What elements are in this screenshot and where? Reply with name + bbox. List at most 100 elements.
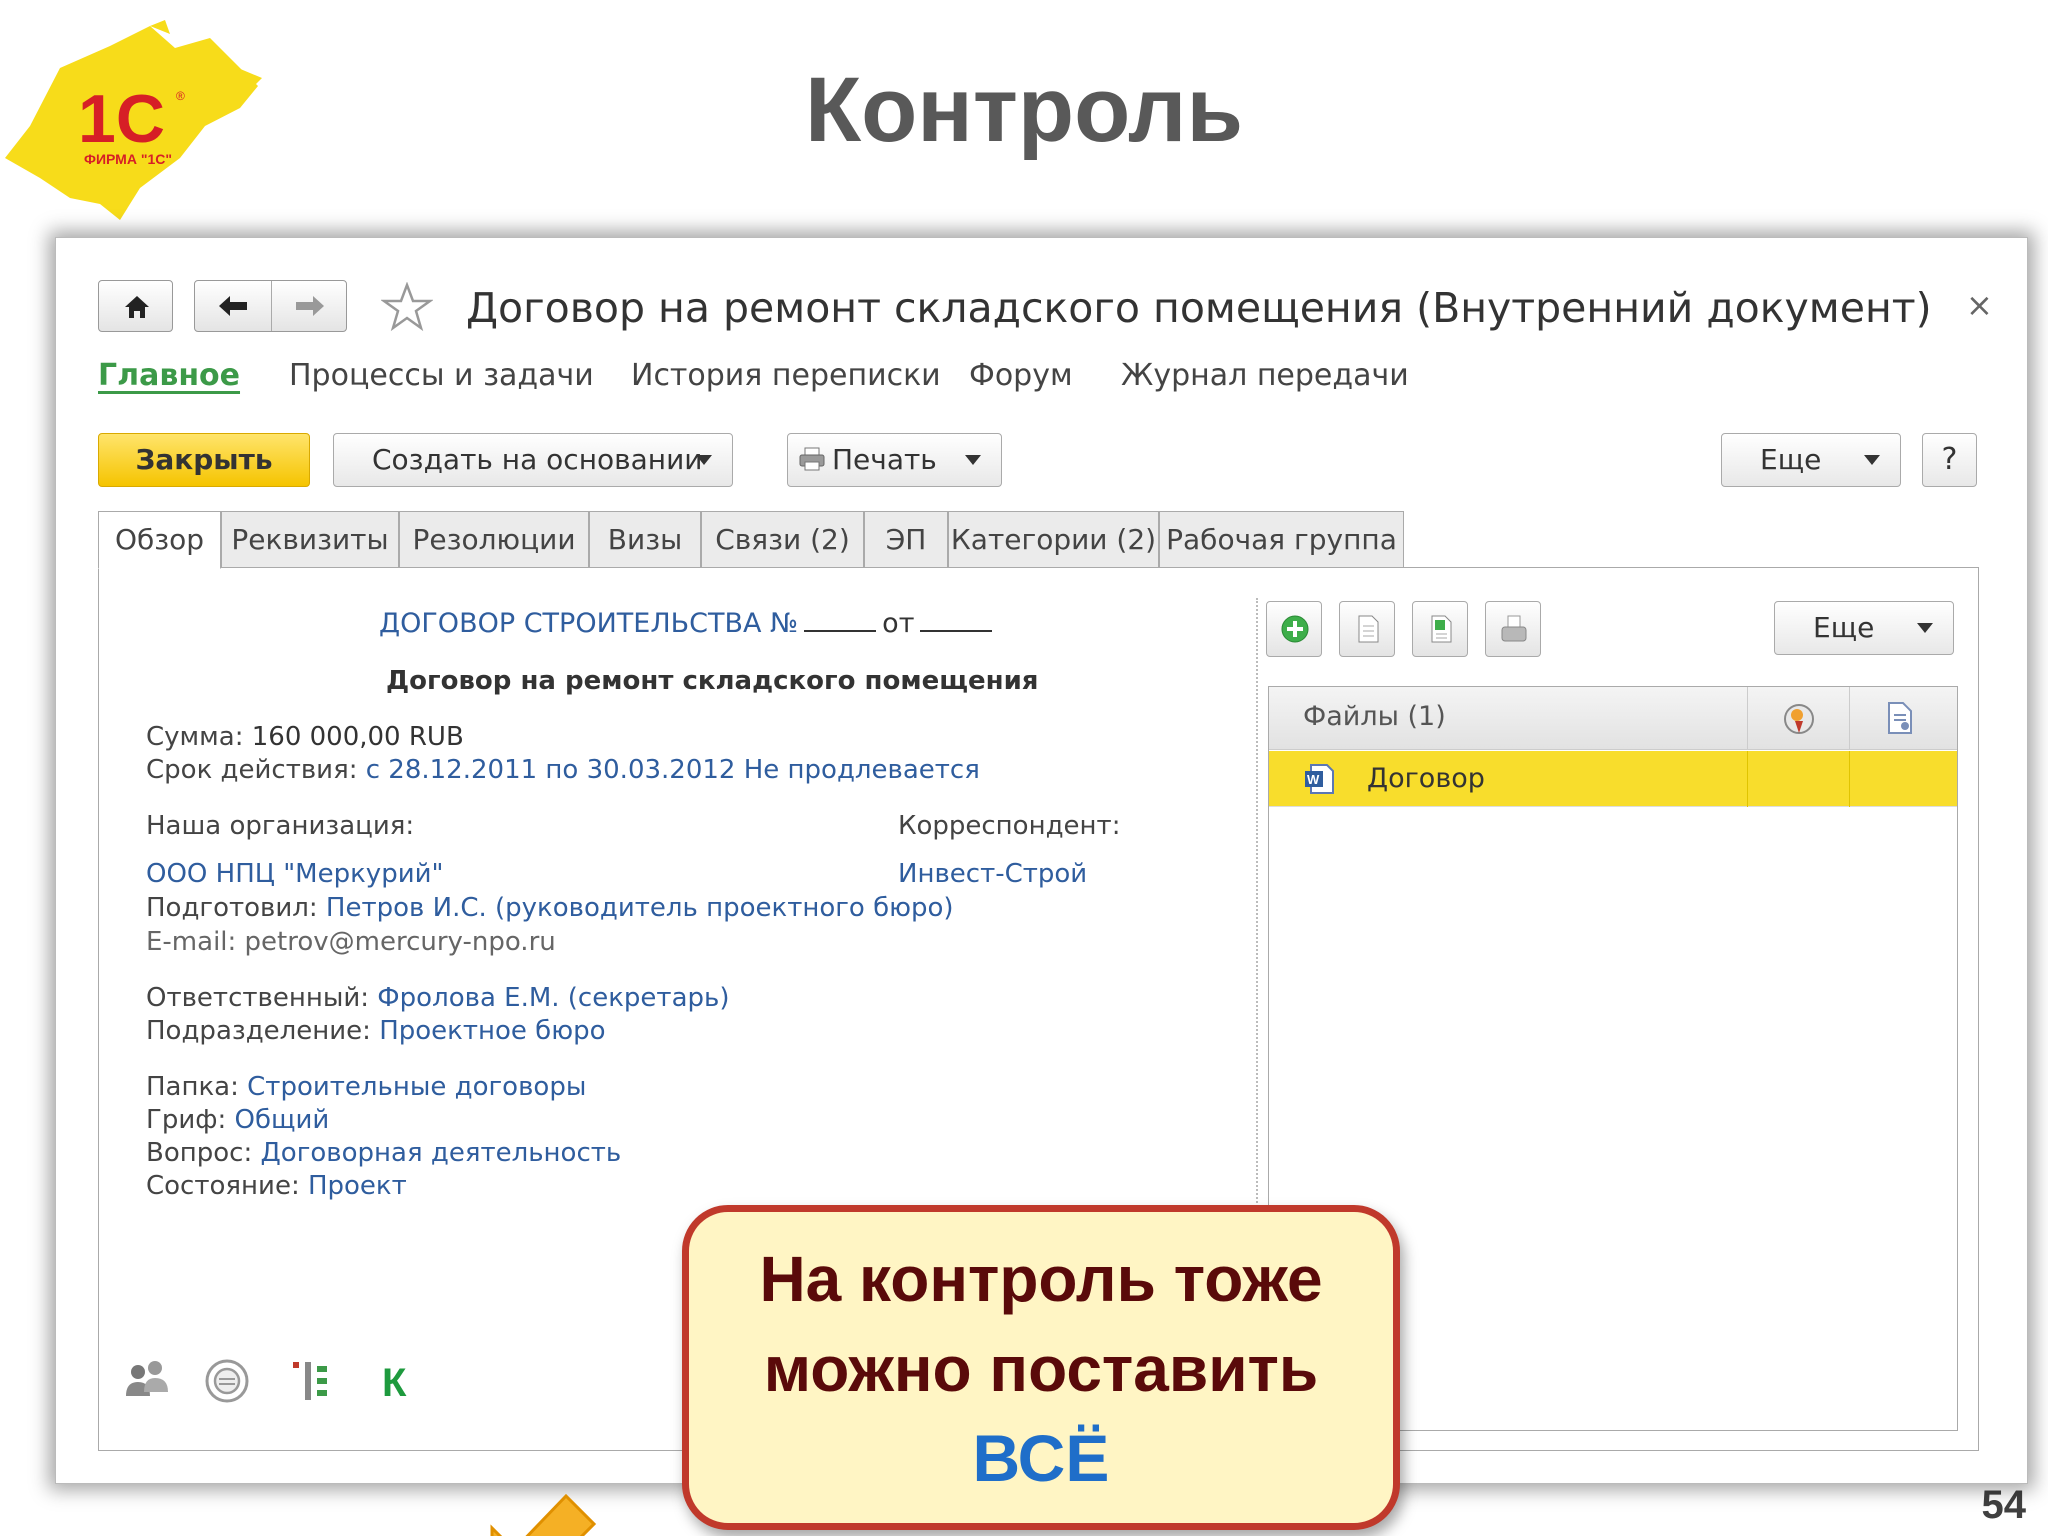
callout-line-2: можно поставить [763, 1333, 1319, 1405]
folder-row: Папка: Строительные договоры [146, 1072, 586, 1102]
more-label: Еще [1760, 443, 1822, 476]
document-heading: ДОГОВОР СТРОИТЕЛЬСТВА № от [379, 608, 998, 639]
responsible-row: Ответственный: Фролова Е.М. (секретарь) [146, 983, 729, 1013]
term-value[interactable]: с 28.12.2011 по 30.03.2012 Не продлевает… [366, 755, 980, 785]
control-icon[interactable]: К [378, 1358, 418, 1404]
favorite-star-icon[interactable] [381, 282, 433, 332]
state-link[interactable]: Проект [308, 1171, 407, 1201]
term-row: Срок действия: с 28.12.2011 по 30.03.201… [146, 755, 980, 785]
tab-overview[interactable]: Обзор [98, 511, 221, 569]
word-document-icon: W [1305, 764, 1334, 794]
scanner-icon [1501, 615, 1527, 642]
menu-processes[interactable]: Процессы и задачи [289, 358, 594, 393]
svg-text:К: К [382, 1361, 407, 1404]
stamp-row: Гриф: Общий [146, 1105, 329, 1135]
prepared-row: Подготовил: Петров И.С. (руководитель пр… [146, 893, 954, 923]
sum-value: 160 000,00 RUB [251, 722, 464, 752]
prepared-label: Подготовил: [146, 893, 318, 923]
prepared-link[interactable]: Петров И.С. (руководитель проектного бюр… [326, 893, 954, 923]
column-separator [1849, 751, 1850, 807]
department-link[interactable]: Проектное бюро [379, 1016, 605, 1046]
menu-main[interactable]: Главное [98, 358, 240, 393]
arrow-right-icon [296, 296, 324, 316]
sum-row: Сумма: 160 000,00 RUB [146, 722, 464, 752]
close-icon[interactable]: × [1966, 286, 1993, 324]
scan-button[interactable] [1485, 601, 1541, 657]
responsible-label: Ответственный: [146, 983, 370, 1013]
question-label: Вопрос: [146, 1138, 253, 1168]
create-based-on-label: Создать на основании [372, 443, 703, 476]
document-title: Договор на ремонт складского помещения (… [466, 284, 1932, 332]
our-org-link[interactable]: ООО НПЦ "Меркурий" [146, 859, 443, 889]
page-number: 54 [1981, 1483, 2027, 1527]
slide-title: Контроль [804, 59, 1244, 161]
state-label: Состояние: [146, 1171, 300, 1201]
folder-label: Папка: [146, 1072, 239, 1102]
date-blank [920, 630, 993, 632]
callout-line-1: На контроль тоже [759, 1243, 1323, 1315]
tab-requisites[interactable]: Реквизиты [221, 511, 399, 568]
state-row: Состояние: Проект [146, 1171, 407, 1201]
question-row: Вопрос: Договорная деятельность [146, 1138, 621, 1168]
print-button[interactable]: Печать [787, 433, 1002, 487]
file-properties-column-icon[interactable] [1885, 701, 1915, 735]
department-label: Подразделение: [146, 1016, 371, 1046]
email-label: E-mail: [146, 927, 237, 957]
chevron-down-icon [696, 455, 712, 465]
tab-work-group[interactable]: Рабочая группа [1159, 511, 1404, 568]
print-label: Печать [832, 443, 937, 476]
tab-resolutions[interactable]: Резолюции [399, 511, 589, 568]
table-row[interactable]: W Договор [1269, 751, 1957, 807]
printer-icon [799, 447, 825, 471]
tab-digital-signature[interactable]: ЭП [864, 511, 948, 568]
menu-transfer-journal[interactable]: Журнал передачи [1121, 358, 1409, 393]
correspondent-label: Корреспондент: [898, 811, 1121, 841]
add-file-button[interactable] [1266, 601, 1322, 657]
files-more-button[interactable]: Еще [1774, 601, 1954, 655]
new-file-button[interactable] [1339, 601, 1395, 657]
back-button[interactable] [195, 281, 271, 331]
tab-links[interactable]: Связи (2) [701, 511, 864, 568]
folder-link[interactable]: Строительные договоры [247, 1072, 586, 1102]
menu-correspondence-history[interactable]: История переписки [631, 358, 941, 393]
close-button[interactable]: Закрыть [98, 433, 310, 487]
new-file-from-template-button[interactable] [1412, 601, 1468, 657]
create-based-on-button[interactable]: Создать на основании [333, 433, 733, 487]
number-blank [804, 630, 877, 632]
svg-text:W: W [1307, 772, 1320, 787]
stamp-link[interactable]: Общий [235, 1105, 330, 1135]
users-icon[interactable] [122, 1358, 172, 1400]
home-button[interactable] [98, 280, 173, 332]
file-name: Договор [1367, 763, 1485, 794]
menu-forum[interactable]: Форум [969, 358, 1073, 393]
files-more-label: Еще [1813, 611, 1875, 644]
files-header-label[interactable]: Файлы (1) [1303, 701, 1446, 732]
forward-button[interactable] [271, 281, 347, 331]
responsible-link[interactable]: Фролова Е.М. (секретарь) [377, 983, 729, 1013]
term-label: Срок действия: [146, 755, 358, 785]
our-org-label: Наша организация: [146, 811, 415, 841]
add-icon [1281, 615, 1309, 643]
spreadsheet-icon [1431, 615, 1452, 643]
tab-categories[interactable]: Категории (2) [948, 511, 1159, 568]
more-button[interactable]: Еще [1721, 433, 1901, 487]
callout-box: На контроль тоже можно поставить ВСЁ [682, 1205, 1400, 1530]
question-link[interactable]: Договорная деятельность [260, 1138, 621, 1168]
chevron-down-icon [1917, 623, 1933, 633]
stamp-label: Гриф: [146, 1105, 227, 1135]
tab-visas[interactable]: Визы [589, 511, 701, 568]
discussion-icon[interactable] [204, 1358, 250, 1404]
document-subheading: Договор на ремонт складского помещения [386, 666, 1039, 696]
sum-label: Сумма: [146, 722, 244, 752]
structure-tree-icon[interactable] [289, 1358, 335, 1404]
history-navigation [194, 280, 347, 332]
callout-line-3: ВСЁ [972, 1421, 1110, 1495]
help-button[interactable]: ? [1922, 433, 1977, 487]
column-separator [1747, 687, 1748, 750]
signature-column-icon[interactable] [1781, 701, 1817, 737]
document-heading-prefix: ДОГОВОР СТРОИТЕЛЬСТВА № [379, 608, 799, 639]
home-icon [125, 296, 149, 318]
email-row: E-mail: petrov@mercury-npo.ru [146, 927, 556, 957]
correspondent-link[interactable]: Инвест-Строй [898, 859, 1087, 889]
column-separator [1747, 751, 1748, 807]
